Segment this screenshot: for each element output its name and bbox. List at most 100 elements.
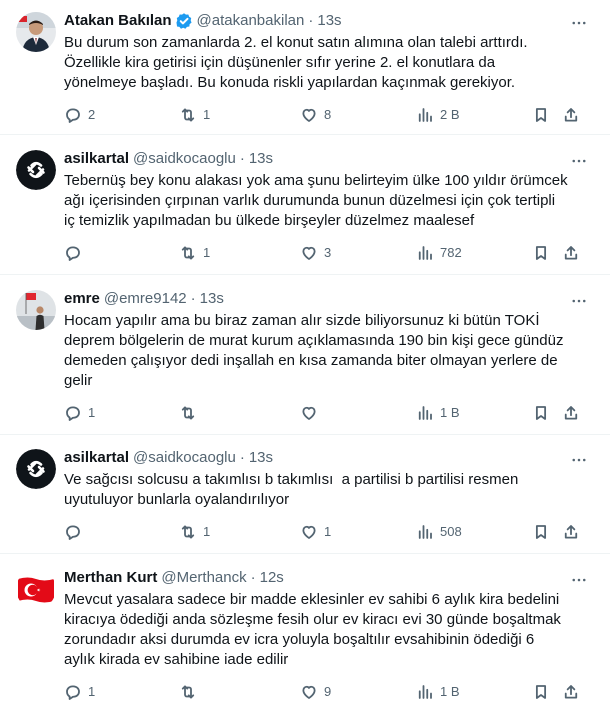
share-icon — [562, 404, 580, 422]
tweet-text: Mevcut yasalara sadece bir madde eklesin… — [64, 591, 561, 668]
retweet-count: 1 — [203, 524, 211, 539]
like-button[interactable]: 1 — [300, 523, 331, 541]
like-button[interactable]: 9 — [300, 683, 331, 701]
views-button[interactable]: 2 B — [416, 106, 460, 124]
handle[interactable]: @atakanbakilan — [197, 11, 305, 31]
bookmark-button[interactable] — [532, 244, 550, 262]
avatar-logo[interactable] — [16, 150, 56, 190]
avatar[interactable] — [16, 449, 56, 489]
retweet-icon — [179, 404, 197, 422]
avatar[interactable] — [16, 290, 56, 330]
like-button[interactable]: 3 — [300, 244, 331, 262]
tweet[interactable]: Merthan Kurt @Merthanck · 12s Mevcut yas… — [0, 554, 610, 721]
share-button[interactable] — [562, 106, 580, 124]
share-icon — [562, 683, 580, 701]
reply-button[interactable]: 1 — [64, 404, 95, 422]
views-button[interactable]: 1 B — [416, 404, 460, 422]
like-icon — [300, 244, 318, 262]
reply-button[interactable]: 1 — [64, 683, 95, 701]
avatar[interactable] — [16, 12, 56, 52]
like-icon — [300, 106, 318, 124]
reply-button[interactable] — [64, 523, 88, 541]
tweet[interactable]: asilkartal @saidkocaoglu · 13s Tebernüş … — [0, 135, 610, 275]
tweet-header: asilkartal @saidkocaoglu · 13s — [64, 448, 598, 468]
display-name[interactable]: asilkartal — [64, 448, 129, 468]
like-icon — [300, 683, 318, 701]
reply-icon — [64, 683, 82, 701]
like-icon — [300, 523, 318, 541]
display-name[interactable]: Atakan Bakılan — [64, 11, 172, 31]
retweet-button[interactable]: 1 — [179, 244, 210, 262]
reply-button[interactable] — [64, 244, 88, 262]
views-icon — [416, 523, 434, 541]
share-button[interactable] — [562, 244, 580, 262]
avatar[interactable] — [16, 150, 56, 190]
share-icon — [562, 106, 580, 124]
avatar-photo[interactable] — [16, 12, 56, 52]
retweet-icon — [179, 523, 197, 541]
timestamp[interactable]: 13s — [200, 289, 224, 309]
like-button[interactable]: 8 — [300, 106, 331, 124]
bookmark-button[interactable] — [532, 683, 550, 701]
avatar-logo[interactable] — [16, 449, 56, 489]
timestamp[interactable]: 13s — [249, 149, 273, 169]
more-icon[interactable] — [570, 292, 588, 310]
bookmark-button[interactable] — [532, 106, 550, 124]
more-icon[interactable] — [570, 14, 588, 32]
reply-icon — [64, 404, 82, 422]
views-count: 1 B — [440, 405, 460, 420]
views-button[interactable]: 508 — [416, 523, 462, 541]
retweet-icon — [179, 683, 197, 701]
retweet-count: 1 — [203, 107, 211, 122]
timestamp[interactable]: 13s — [249, 448, 273, 468]
like-icon — [300, 404, 318, 422]
tweet[interactable]: Atakan Bakılan @atakanbakilan · 13s Bu d… — [0, 0, 610, 135]
retweet-button[interactable]: 1 — [179, 106, 210, 124]
share-button[interactable] — [562, 523, 580, 541]
timeline-feed: Atakan Bakılan @atakanbakilan · 13s Bu d… — [0, 0, 610, 721]
tweet-header: Merthan Kurt @Merthanck · 12s — [64, 568, 598, 588]
share-button[interactable] — [562, 404, 580, 422]
timestamp[interactable]: 12s — [260, 568, 284, 588]
display-name[interactable]: emre — [64, 289, 100, 309]
views-count: 2 B — [440, 107, 460, 122]
views-button[interactable]: 782 — [416, 244, 462, 262]
avatar[interactable] — [16, 569, 56, 609]
share-icon — [562, 523, 580, 541]
retweet-button[interactable]: 1 — [179, 523, 210, 541]
views-icon — [416, 404, 434, 422]
more-icon[interactable] — [570, 451, 588, 469]
handle[interactable]: @saidkocaoglu — [133, 448, 236, 468]
bookmark-icon — [532, 404, 550, 422]
tweet-header: asilkartal @saidkocaoglu · 13s — [64, 149, 598, 169]
like-count: 3 — [324, 245, 332, 260]
retweet-button[interactable] — [179, 404, 203, 422]
reply-button[interactable]: 2 — [64, 106, 95, 124]
tweet[interactable]: asilkartal @saidkocaoglu · 13s Ve sağcıs… — [0, 435, 610, 554]
handle[interactable]: @saidkocaoglu — [133, 149, 236, 169]
share-icon — [562, 244, 580, 262]
share-button[interactable] — [562, 683, 580, 701]
like-count: 9 — [324, 684, 332, 699]
reply-count: 1 — [88, 405, 96, 420]
tweet-header: Atakan Bakılan @atakanbakilan · 13s — [64, 11, 598, 31]
like-button[interactable] — [300, 404, 324, 422]
bookmark-button[interactable] — [532, 404, 550, 422]
avatar-photo[interactable] — [16, 290, 56, 330]
timestamp[interactable]: 13s — [317, 11, 341, 31]
turkish-flag-avatar[interactable] — [16, 569, 56, 609]
tweet-text: Tebernüş bey konu alakası yok ama şunu b… — [64, 172, 568, 229]
bookmark-button[interactable] — [532, 523, 550, 541]
tweet-actions: 1 3 782 — [64, 244, 598, 264]
bookmark-icon — [532, 683, 550, 701]
tweet[interactable]: emre @emre9142 · 13s Hocam yapılır ama b… — [0, 275, 610, 435]
more-icon[interactable] — [570, 152, 588, 170]
retweet-button[interactable] — [179, 683, 203, 701]
display-name[interactable]: Merthan Kurt — [64, 568, 157, 588]
views-button[interactable]: 1 B — [416, 683, 460, 701]
display-name[interactable]: asilkartal — [64, 149, 129, 169]
views-icon — [416, 244, 434, 262]
handle[interactable]: @emre9142 — [104, 289, 187, 309]
more-icon[interactable] — [570, 571, 588, 589]
handle[interactable]: @Merthanck — [161, 568, 246, 588]
